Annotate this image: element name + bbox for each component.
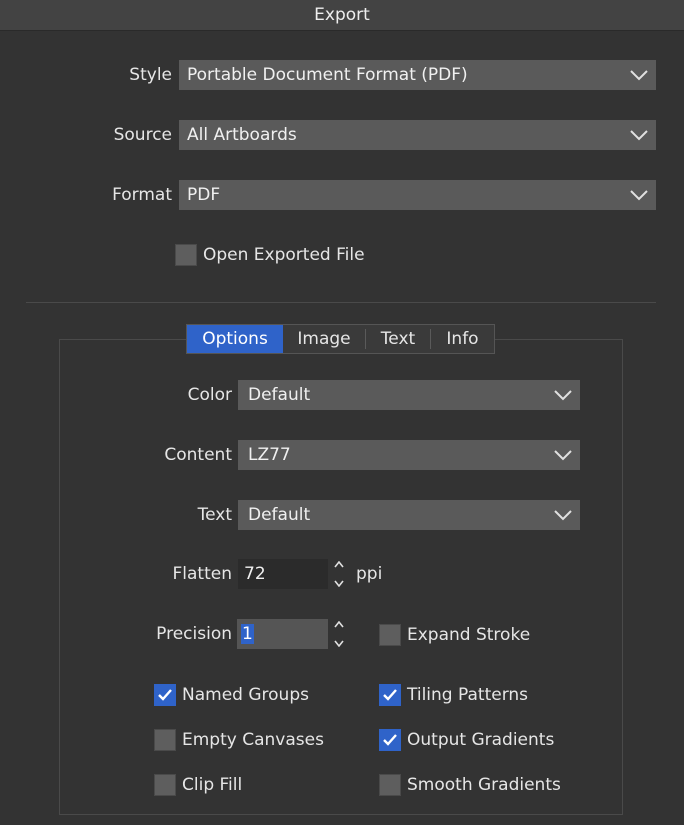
precision-value: 1 [241,624,254,644]
chevron-down-icon [554,446,572,464]
window-title-bar: Export [0,0,684,31]
content-dropdown[interactable]: LZ77 [238,440,580,470]
tiling-patterns-row[interactable]: Tiling Patterns [379,684,528,706]
smooth-gradients-label: Smooth Gradients [407,775,561,795]
tiling-patterns-checkbox[interactable] [379,684,401,706]
tab-bar: Options Image Text Info [186,324,495,354]
chevron-down-icon [630,126,648,144]
flatten-stepper[interactable] [328,559,350,589]
chevron-down-icon [554,506,572,524]
color-value: Default [248,385,311,405]
clip-fill-label: Clip Fill [182,775,243,795]
expand-stroke-label: Expand Stroke [407,625,531,645]
tab-info[interactable]: Info [431,325,494,353]
format-dropdown[interactable]: PDF [179,180,656,210]
tab-image[interactable]: Image [283,325,365,353]
content-label: Content [164,445,232,465]
text-row: Text Default [0,500,580,530]
color-row: Color Default [0,380,580,410]
named-groups-row[interactable]: Named Groups [154,684,309,706]
open-exported-file-checkbox[interactable] [175,244,197,266]
output-gradients-checkbox[interactable] [379,729,401,751]
format-label: Format [112,185,172,205]
chevron-down-icon [554,386,572,404]
style-dropdown[interactable]: Portable Document Format (PDF) [179,60,656,90]
text-value: Default [248,505,311,525]
chevron-down-icon[interactable] [334,580,344,587]
chevron-up-icon[interactable] [334,621,344,628]
style-row: Style Portable Document Format (PDF) [0,60,656,90]
named-groups-checkbox[interactable] [154,684,176,706]
window-title: Export [314,5,370,25]
output-gradients-row[interactable]: Output Gradients [379,729,554,751]
format-value: PDF [187,185,221,205]
content-value: LZ77 [248,445,291,465]
style-value: Portable Document Format (PDF) [187,65,468,85]
tab-options[interactable]: Options [187,325,283,353]
precision-stepper[interactable] [328,619,350,649]
flatten-unit: ppi [356,564,383,584]
empty-canvases-checkbox[interactable] [154,729,176,751]
clip-fill-row[interactable]: Clip Fill [154,774,242,796]
tiling-patterns-label: Tiling Patterns [407,685,529,705]
content-row: Content LZ77 [0,440,580,470]
flatten-label: Flatten [172,564,232,584]
color-label: Color [187,385,232,405]
open-exported-file-label: Open Exported File [203,245,365,265]
source-label: Source [113,125,172,145]
text-dropdown[interactable]: Default [238,500,580,530]
source-value: All Artboards [187,125,297,145]
checkmark-icon [383,734,397,746]
open-exported-file-row[interactable]: Open Exported File [175,244,365,266]
format-row: Format PDF [0,180,656,210]
checkmark-icon [158,689,172,701]
chevron-down-icon[interactable] [334,640,344,647]
smooth-gradients-checkbox[interactable] [379,774,401,796]
section-divider [26,302,656,303]
expand-stroke-checkbox[interactable] [379,624,401,646]
text-label: Text [197,505,232,525]
source-dropdown[interactable]: All Artboards [179,120,656,150]
chevron-down-icon [630,186,648,204]
expand-stroke-row[interactable]: Expand Stroke [379,624,530,646]
source-row: Source All Artboards [0,120,656,150]
style-label: Style [129,65,172,85]
tab-text[interactable]: Text [366,325,430,353]
flatten-row: Flatten 72 ppi [0,559,382,589]
flatten-input[interactable]: 72 [238,559,328,589]
named-groups-label: Named Groups [182,685,309,705]
empty-canvases-label: Empty Canvases [182,730,324,750]
empty-canvases-row[interactable]: Empty Canvases [154,729,324,751]
chevron-down-icon [630,66,648,84]
clip-fill-checkbox[interactable] [154,774,176,796]
chevron-up-icon[interactable] [334,561,344,568]
precision-label: Precision [156,624,232,644]
smooth-gradients-row[interactable]: Smooth Gradients [379,774,561,796]
precision-input[interactable]: 1 [237,619,328,649]
checkmark-icon [383,689,397,701]
color-dropdown[interactable]: Default [238,380,580,410]
precision-row: Precision 1 [0,619,350,649]
output-gradients-label: Output Gradients [407,730,555,750]
